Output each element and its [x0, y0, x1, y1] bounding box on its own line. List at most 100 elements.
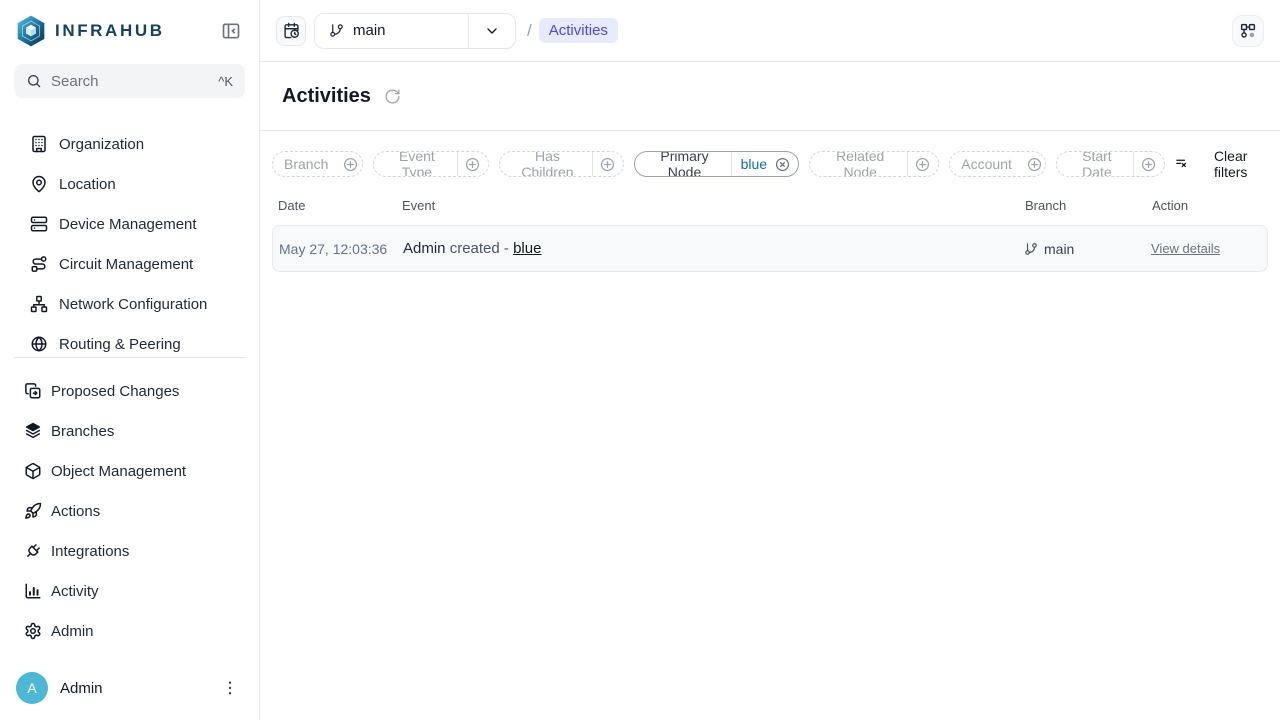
- filter-chip-label: Start Date: [1057, 152, 1133, 176]
- filter-x-icon: [1175, 156, 1190, 172]
- sidebar-item-label: Admin: [51, 623, 94, 640]
- sidebar-divider: [14, 357, 245, 358]
- event-object-link[interactable]: blue: [513, 240, 541, 257]
- sidebar-item-actions[interactable]: Actions: [0, 491, 259, 531]
- sidebar-item-label: Network Configuration: [59, 296, 207, 313]
- add-filter-button[interactable]: [336, 152, 363, 176]
- schema-visualizer-button[interactable]: [1232, 15, 1264, 47]
- view-details-link[interactable]: View details: [1151, 241, 1220, 256]
- route-icon: [30, 255, 48, 273]
- sidebar-item-device-management[interactable]: Device Management: [0, 204, 259, 244]
- user-menu: A Admin: [0, 658, 259, 720]
- column-header-event: Event: [402, 198, 1025, 213]
- filter-chip-label: Primary Node: [635, 152, 730, 176]
- page-header: Activities: [260, 62, 1280, 131]
- add-filter-button[interactable]: [458, 152, 488, 176]
- sidebar-item-label: Object Management: [51, 463, 186, 480]
- rocket-icon: [24, 502, 42, 520]
- sidebar-item-location[interactable]: Location: [0, 164, 259, 204]
- clear-filters-button[interactable]: Clear filters: [1175, 148, 1268, 180]
- row-action: View details: [1151, 240, 1267, 258]
- sidebar-item-branches[interactable]: Branches: [0, 411, 259, 451]
- x-circle-icon: [775, 157, 790, 172]
- activities-table: Date Event Branch Action May 27, 12:03:3…: [260, 180, 1280, 272]
- add-filter-button[interactable]: [1020, 152, 1047, 176]
- filter-chip-account[interactable]: Account: [949, 151, 1046, 177]
- breadcrumb-activities[interactable]: Activities: [539, 18, 618, 43]
- server-icon: [30, 215, 48, 233]
- filter-chip-event-type[interactable]: Event Type: [373, 151, 488, 177]
- kebab-icon: [221, 679, 239, 697]
- add-filter-button[interactable]: [908, 152, 938, 176]
- sidebar-item-network-configuration[interactable]: Network Configuration: [0, 284, 259, 324]
- sidebar-item-label: Circuit Management: [59, 256, 193, 273]
- plus-circle-icon: [1027, 157, 1042, 172]
- schema-icon: [1239, 22, 1257, 40]
- filter-chip-related-node[interactable]: Related Node: [809, 151, 939, 177]
- table-header: Date Event Branch Action: [272, 180, 1268, 225]
- network-icon: [30, 295, 48, 313]
- sidebar-item-activity[interactable]: Activity: [0, 571, 259, 611]
- plus-circle-icon: [343, 157, 358, 172]
- building-icon: [30, 135, 48, 153]
- filter-chip-has-children[interactable]: Has Children: [499, 151, 625, 177]
- branch-selector[interactable]: main: [314, 13, 516, 49]
- sidebar-header: INFRAHUB: [0, 0, 259, 48]
- user-menu-button[interactable]: [217, 675, 243, 701]
- sidebar-item-label: Branches: [51, 423, 114, 440]
- filter-chip-label: Account: [950, 152, 1020, 176]
- refresh-button[interactable]: [384, 88, 401, 105]
- sidebar-item-label: Device Management: [59, 216, 197, 233]
- filter-chip-value: blue: [732, 152, 774, 176]
- search-icon: [26, 73, 42, 89]
- row-date: May 27, 12:03:36: [273, 241, 403, 257]
- filter-chip-branch[interactable]: Branch: [272, 151, 363, 177]
- branch-selector-value: main: [315, 14, 468, 48]
- plus-circle-icon: [1141, 157, 1156, 172]
- add-filter-button[interactable]: [593, 152, 623, 176]
- sidebar-item-organization[interactable]: Organization: [0, 124, 259, 164]
- add-filter-button[interactable]: [1134, 152, 1164, 176]
- filter-chip-primary-node[interactable]: Primary Node blue: [634, 151, 799, 177]
- collapse-sidebar-button[interactable]: [219, 19, 243, 43]
- filters-bar: Branch Event Type Has Children: [260, 131, 1280, 180]
- sidebar-item-label: Location: [59, 176, 116, 193]
- infrahub-logo[interactable]: INFRAHUB: [16, 14, 165, 48]
- filter-chip-label: Branch: [273, 152, 336, 176]
- page-title: Activities: [282, 85, 371, 108]
- table-row[interactable]: May 27, 12:03:36 Admin created - blue ma…: [272, 225, 1268, 272]
- search-input[interactable]: Search ^K: [14, 64, 245, 98]
- main-area: main / Activities Activities: [260, 0, 1280, 720]
- plus-circle-icon: [600, 157, 615, 172]
- map-pin-icon: [30, 175, 48, 193]
- remove-filter-button[interactable]: [774, 152, 798, 176]
- column-header-date: Date: [272, 198, 402, 213]
- event-actor: Admin: [403, 240, 446, 257]
- sidebar-item-proposed-changes[interactable]: Proposed Changes: [0, 371, 259, 411]
- filter-chip-label: Related Node: [810, 152, 907, 176]
- sidebar-item-label: Proposed Changes: [51, 383, 179, 400]
- branch-selector-caret[interactable]: [469, 14, 515, 48]
- sidebar-item-label: Organization: [59, 136, 144, 153]
- plus-circle-icon: [465, 157, 480, 172]
- filter-chip-start-date[interactable]: Start Date: [1056, 151, 1165, 177]
- git-branch-icon: [1024, 242, 1038, 256]
- sidebar-item-routing-peering[interactable]: Routing & Peering: [0, 324, 259, 357]
- sidebar: INFRAHUB Search ^K Organization Location: [0, 0, 260, 720]
- column-header-branch: Branch: [1025, 198, 1152, 213]
- time-travel-button[interactable]: [276, 16, 306, 46]
- brand-name: INFRAHUB: [55, 21, 165, 41]
- sidebar-nav-primary: Organization Location Device Management …: [0, 124, 259, 357]
- plus-circle-icon: [915, 157, 930, 172]
- row-branch-name: main: [1044, 241, 1074, 257]
- chevron-down-icon: [484, 23, 500, 39]
- sidebar-item-circuit-management[interactable]: Circuit Management: [0, 244, 259, 284]
- sidebar-item-integrations[interactable]: Integrations: [0, 531, 259, 571]
- sidebar-nav-secondary: Proposed Changes Branches Object Managem…: [0, 371, 259, 651]
- sidebar-item-admin[interactable]: Admin: [0, 611, 259, 651]
- filter-chip-label: Event Type: [374, 152, 456, 176]
- panel-collapse-icon: [221, 21, 241, 41]
- sidebar-item-object-management[interactable]: Object Management: [0, 451, 259, 491]
- avatar[interactable]: A: [16, 672, 48, 704]
- sidebar-item-label: Integrations: [51, 543, 129, 560]
